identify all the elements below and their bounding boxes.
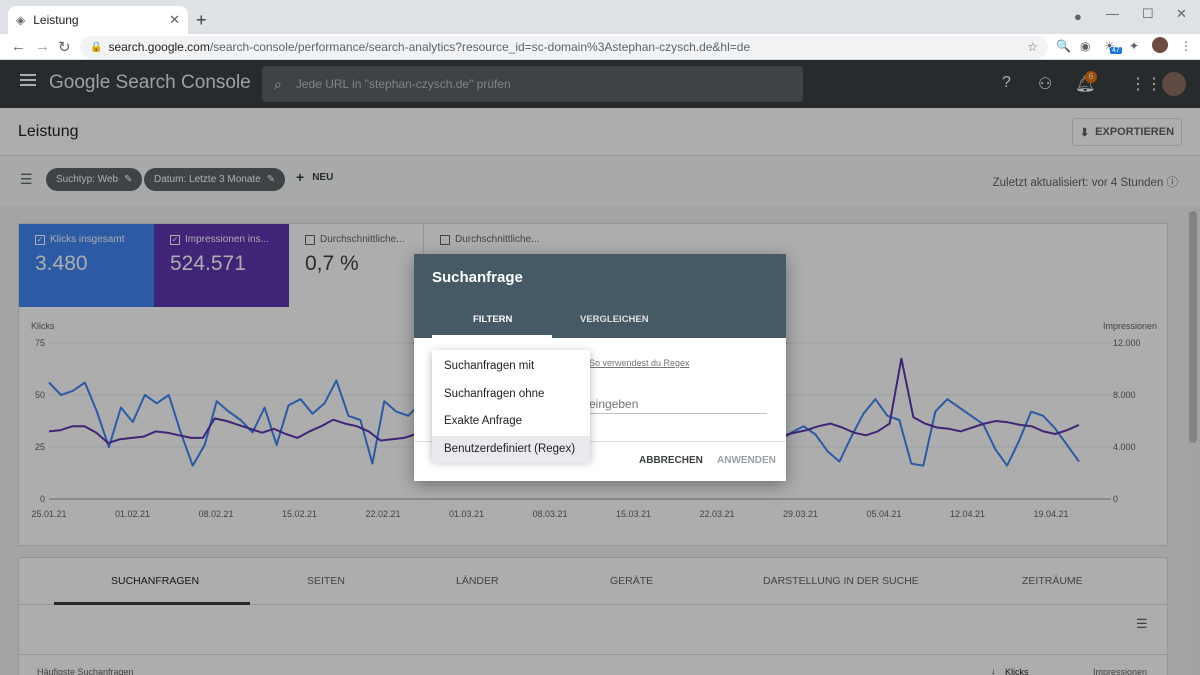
modal-backdrop-scroll [1186, 60, 1200, 675]
dialog-title: Suchanfrage [432, 269, 523, 286]
address-bar[interactable]: 🔒 search.google.com/search-console/perfo… [80, 36, 1048, 58]
profile-menu-icon[interactable]: ● [1074, 9, 1082, 24]
new-tab-button[interactable]: + [196, 10, 207, 31]
browser-menu-icon[interactable]: ⋮ [1180, 39, 1192, 53]
minimize-icon[interactable]: — [1106, 6, 1119, 21]
close-tab-icon[interactable]: ✕ [169, 12, 180, 28]
apply-button[interactable]: ANWENDEN [717, 455, 776, 466]
regex-help-link[interactable]: So verwendest du Regex [589, 358, 690, 368]
favicon-icon: ◈ [16, 13, 26, 27]
cancel-button[interactable]: ABBRECHEN [639, 455, 703, 466]
tab-compare[interactable]: VERGLEICHEN [580, 314, 649, 325]
tab-title: Leistung [33, 13, 79, 27]
dialog-tab-indicator [432, 335, 552, 338]
forward-icon[interactable]: → [35, 38, 50, 55]
browser-tab[interactable]: ◈ Leistung ✕ [8, 6, 188, 34]
extension-badge: 47 [1110, 47, 1122, 54]
screen: ◈ Leistung ✕ + ● — ☐ ✕ ← → ↻ 🔒 search.go… [0, 0, 1200, 675]
dialog-header: Suchanfrage FILTERN VERGLEICHEN [414, 254, 786, 338]
browser-toolbar: ← → ↻ 🔒 search.google.com/search-console… [0, 34, 1200, 60]
menu-item-regex[interactable]: Benutzerdefiniert (Regex) [432, 435, 590, 463]
close-window-icon[interactable]: ✕ [1176, 6, 1187, 22]
browser-avatar[interactable] [1152, 37, 1168, 53]
menu-item-not-contains[interactable]: Suchanfragen ohne [432, 381, 590, 409]
match-type-menu: Suchanfragen mit Suchanfragen ohne Exakt… [432, 350, 590, 463]
back-icon[interactable]: ← [11, 38, 26, 55]
extension-globe-icon[interactable]: ◉ [1080, 39, 1090, 53]
url-host: search.google.com [108, 40, 210, 54]
menu-item-contains[interactable]: Suchanfragen mit [432, 353, 590, 381]
query-input[interactable] [589, 394, 767, 414]
url-path: /search-console/performance/search-analy… [209, 40, 751, 54]
extension-search-icon[interactable]: 🔍 [1056, 39, 1071, 53]
query-filter-dialog: Suchanfrage FILTERN VERGLEICHEN So verwe… [414, 254, 786, 481]
lock-icon: 🔒 [90, 41, 103, 53]
menu-item-exact[interactable]: Exakte Anfrage [432, 408, 590, 436]
reload-icon[interactable]: ↻ [58, 38, 71, 56]
maximize-icon[interactable]: ☐ [1142, 6, 1154, 22]
extensions-puzzle-icon[interactable]: ✦ [1129, 39, 1139, 53]
bookmark-star-icon[interactable]: ☆ [1027, 40, 1038, 54]
tab-filter[interactable]: FILTERN [473, 314, 512, 325]
